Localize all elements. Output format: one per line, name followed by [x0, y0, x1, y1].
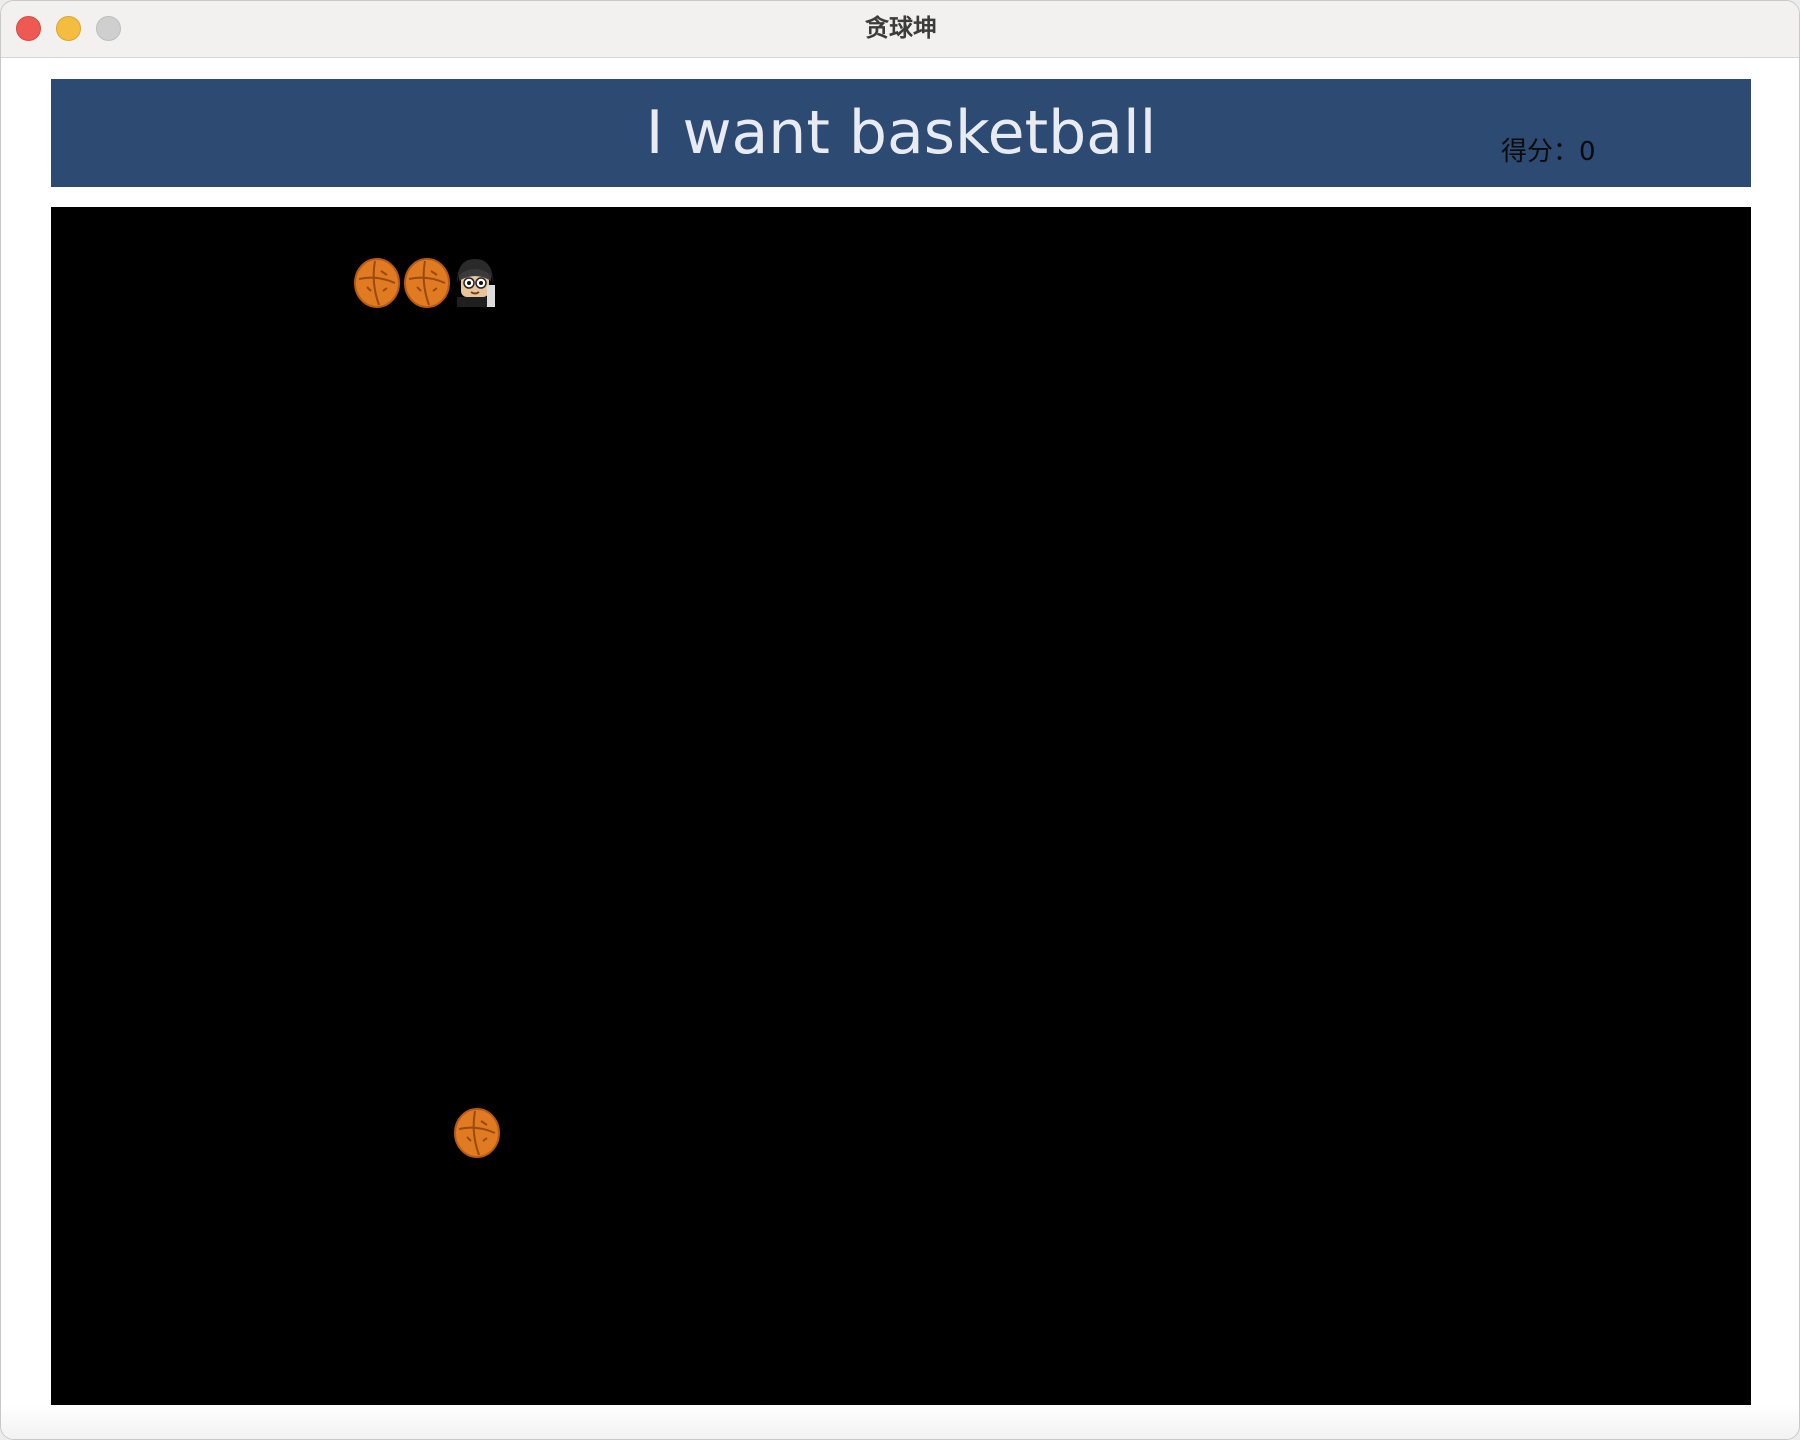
basketball-icon — [404, 258, 450, 308]
score-label: 得分：0 — [1501, 137, 1596, 167]
basketball-icon — [354, 258, 400, 308]
app-window: 贪球坤 I want basketball 得分：0 — [0, 0, 1800, 1440]
window-title: 贪球坤 — [865, 14, 937, 42]
game-title: I want basketball — [645, 98, 1157, 168]
basketball-icon — [454, 1108, 500, 1158]
game-board[interactable] — [51, 207, 1751, 1405]
title-bar[interactable]: 贪球坤 — [1, 1, 1799, 58]
window-bottom-edge — [1, 1405, 1799, 1439]
player-head-icon — [457, 259, 495, 307]
header-banner: I want basketball 得分：0 — [51, 79, 1751, 187]
